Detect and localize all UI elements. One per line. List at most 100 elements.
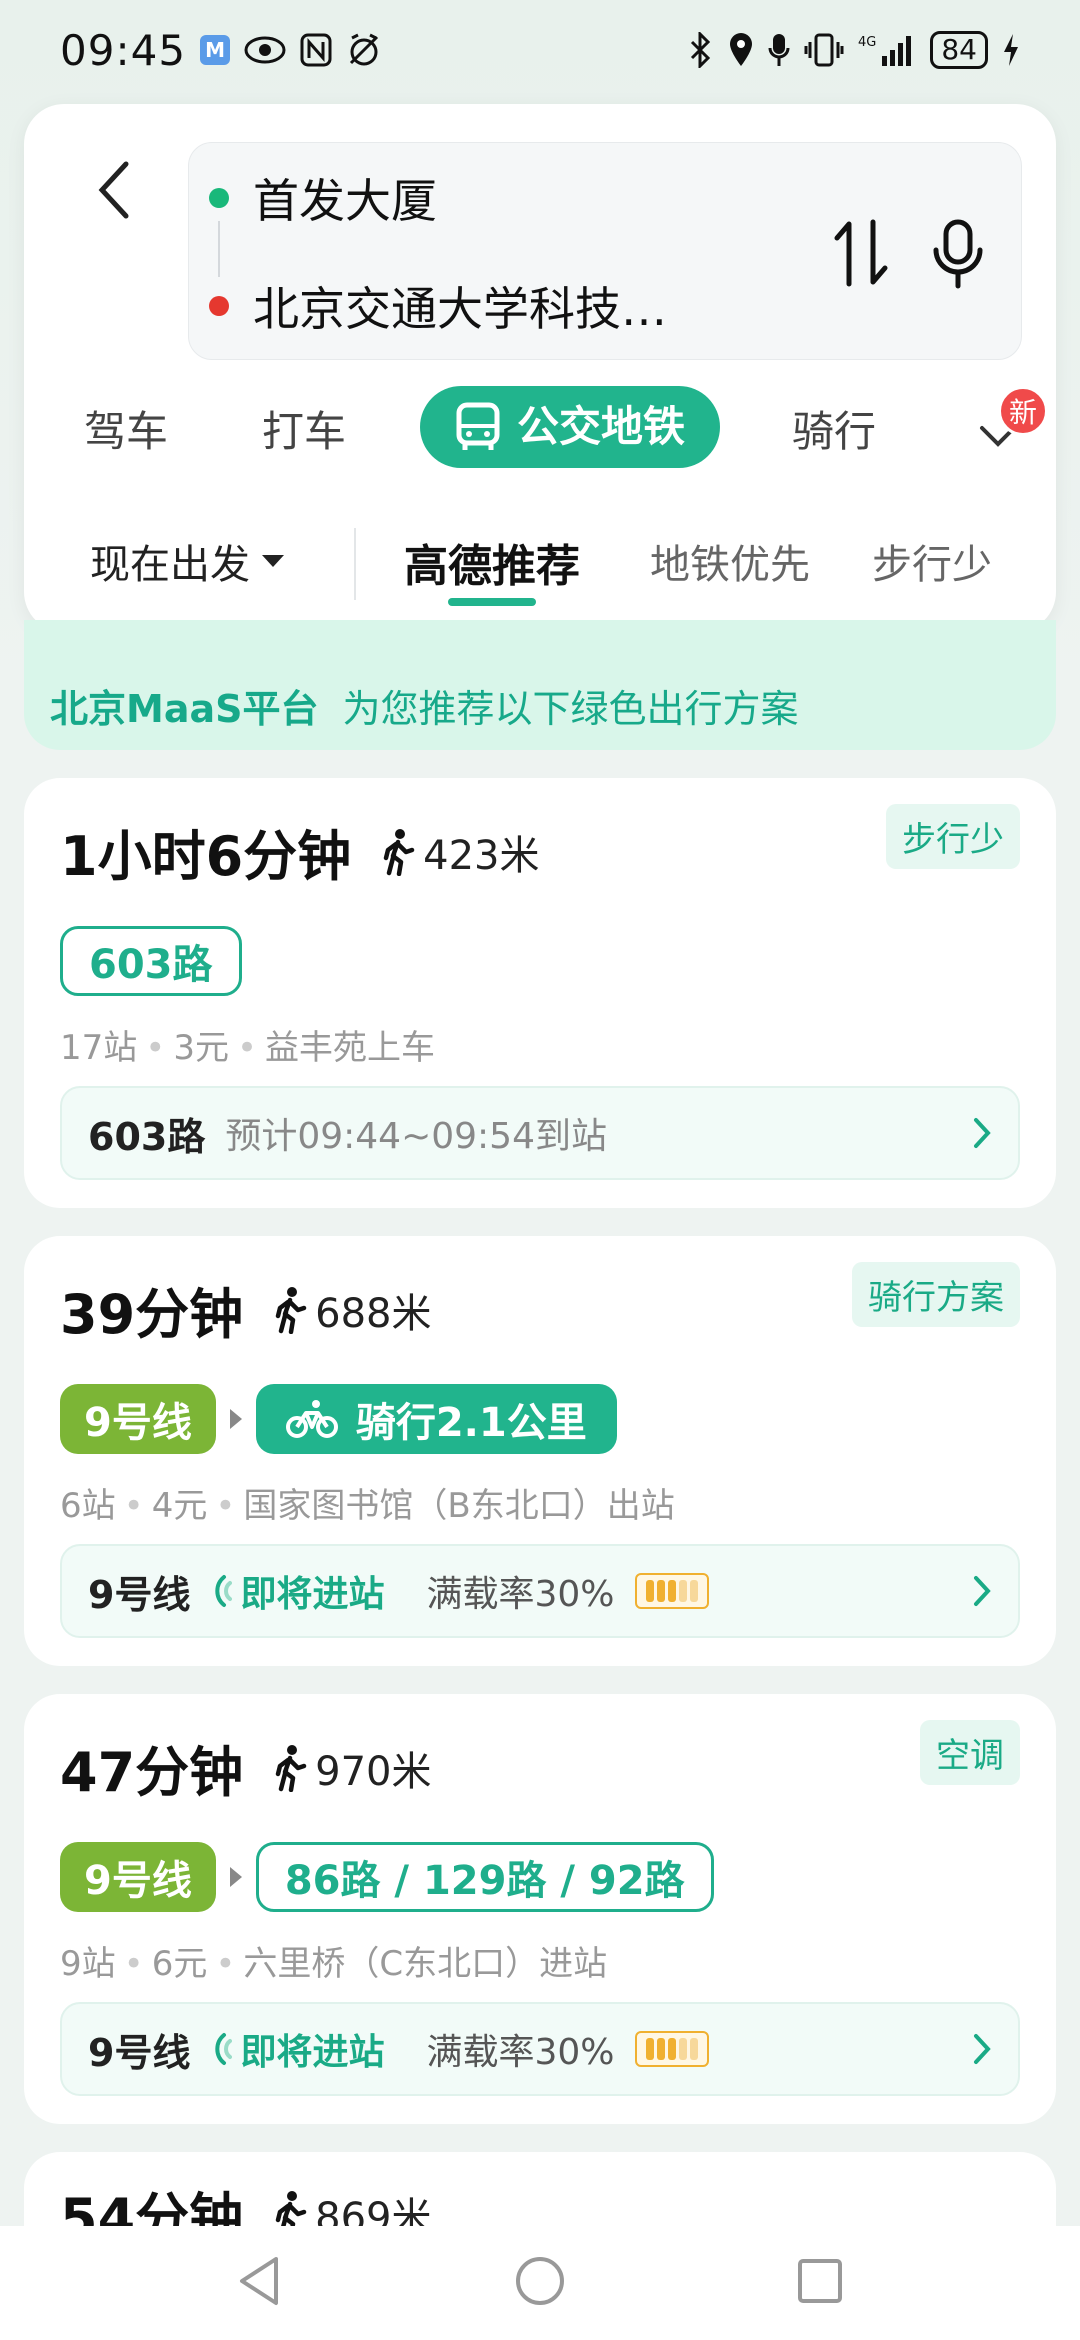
alarm-off-icon [346, 32, 382, 68]
bike-segment-pill: 骑行2.1公里 [255, 1384, 617, 1454]
route-tag: 空调 [920, 1720, 1020, 1785]
route-card-4[interactable]: 54分钟 869米 [24, 2152, 1056, 2226]
triangle-back-icon [240, 2257, 278, 2305]
walking-icon [275, 2190, 307, 2226]
arriving-text: 即将进站 [240, 1574, 385, 1615]
nav-home-button[interactable] [514, 2255, 566, 2311]
route-card-3[interactable]: 47分钟 970米 空调 9号线 86路 / 129路 / 92路 9站 • 6元 •… [24, 1694, 1056, 2124]
origin-field[interactable]: 首发大厦 [209, 165, 437, 231]
fare: 6元 [151, 1944, 208, 1984]
divider [354, 528, 356, 600]
status-time: 09:45 [60, 25, 187, 75]
arriving-text: 即将进站 [240, 2032, 385, 2073]
subway-line-pill: 9号线 [60, 1842, 216, 1912]
maas-banner[interactable]: 北京MaaS平台 为您推荐以下绿色出行方案 [24, 620, 1056, 750]
stop-count: 17站 [60, 1028, 138, 1068]
route-meta: 17站 • 3元 • 益丰苑上车 [60, 1028, 436, 1068]
subway-line-pill: 9号线 [60, 1384, 216, 1454]
charging-icon [1002, 33, 1020, 67]
tab-transit-label: 公交地铁 [516, 402, 685, 451]
load-rate: 满载率30% [426, 1574, 615, 1615]
depart-time-selector[interactable]: 现在出发 [90, 532, 284, 590]
destination-text: 北京交通大学科技… [253, 282, 667, 336]
fare: 4元 [151, 1486, 208, 1526]
eye-icon [244, 35, 286, 65]
square-recents-icon [798, 2259, 842, 2303]
bike-distance: 骑行2.1公里 [355, 1400, 587, 1446]
tab-transit[interactable]: 公交地铁 [420, 386, 720, 468]
walk-distance: 688米 [273, 1281, 432, 1339]
live-arrival-bar[interactable]: 9号线 即将进站 满载率30% [60, 1544, 1020, 1638]
circle-home-icon [516, 2257, 564, 2305]
origin-destination-box: 首发大厦 北京交通大学科技… [188, 142, 1022, 360]
svg-text:4G: 4G [858, 35, 876, 50]
segment-arrow-icon [229, 1867, 242, 1887]
pref-recommended[interactable]: 高德推荐 [404, 530, 580, 594]
bluetooth-icon [688, 32, 714, 68]
status-bar: 09:45 M 4G 84 [0, 0, 1080, 100]
live-arrival-bar[interactable]: 603路 预计09:44~09:54到站 [60, 1086, 1020, 1180]
stop-count: 6站 [60, 1486, 116, 1526]
destination-field[interactable]: 北京交通大学科技… [209, 273, 667, 339]
live-arrival-bar[interactable]: 9号线 即将进站 满载率30% [60, 2002, 1020, 2096]
bus-line-pill: 603路 [60, 926, 242, 996]
exit-station: 国家图书馆（B东北口）出站 [243, 1486, 675, 1526]
walk-distance: 423米 [381, 823, 540, 881]
origin-text: 首发大厦 [253, 174, 437, 228]
crowd-level-icon [634, 2031, 709, 2067]
signal-wave-icon [215, 1575, 233, 1607]
depart-time-label: 现在出发 [90, 542, 250, 588]
tab-taxi[interactable]: 打车 [262, 396, 346, 468]
caret-down-icon [262, 555, 284, 567]
active-pref-indicator [448, 598, 536, 606]
pref-subway-first[interactable]: 地铁优先 [650, 532, 810, 590]
route-tag: 骑行方案 [852, 1262, 1020, 1327]
entry-station: 六里桥（C东北口）进站 [243, 1944, 608, 1984]
route-card-2[interactable]: 39分钟 688米 骑行方案 9号线 骑行2.1公里 6站 • 4元 • 国家图书馆（B… [24, 1236, 1056, 1666]
back-button[interactable] [74, 150, 154, 230]
microphone-icon [933, 219, 983, 289]
swap-route-button[interactable] [825, 213, 897, 293]
route-segments: 603路 [60, 926, 242, 996]
segment-arrow-icon [229, 1409, 242, 1429]
vibrate-icon [804, 32, 844, 68]
signal-4g-icon: 4G [858, 32, 916, 68]
route-duration: 54分钟 [60, 2187, 244, 2226]
tab-drive[interactable]: 驾车 [84, 396, 168, 468]
route-segments: 9号线 骑行2.1公里 [60, 1384, 617, 1454]
tab-cycling[interactable]: 骑行 [792, 396, 876, 468]
chevron-right-icon [974, 1576, 991, 1606]
pref-less-walking[interactable]: 步行少 [872, 532, 992, 590]
travel-mode-tabs: 驾车 打车 公交地铁 骑行 [24, 386, 1056, 476]
route-card-1[interactable]: 1小时6分钟 423米 步行少 603路 17站 • 3元 • 益丰苑上车 603路 预… [24, 778, 1056, 1208]
battery-indicator: 84 [930, 31, 988, 69]
route-segments: 9号线 86路 / 129路 / 92路 [60, 1842, 714, 1912]
nav-back-button[interactable] [236, 2255, 284, 2311]
crowd-level-icon [634, 1573, 709, 1609]
voice-input-button[interactable] [923, 209, 993, 299]
route-meta: 9站 • 6元 • 六里桥（C东北口）进站 [60, 1944, 608, 1984]
live-line-name: 603路 [88, 1114, 206, 1159]
signal-wave-icon [215, 2033, 233, 2065]
destination-dot [209, 296, 229, 316]
route-connector [218, 221, 220, 277]
route-preferences: 现在出发 高德推荐 地铁优先 步行少 [24, 510, 1056, 610]
route-duration: 1小时6分钟 [60, 825, 352, 888]
walk-distance: 869米 [273, 2185, 432, 2226]
system-navigation-bar [0, 2226, 1080, 2340]
swap-arrows-icon [834, 219, 888, 287]
route-duration: 47分钟 [60, 1741, 244, 1804]
arriving-status: 即将进站 [210, 2023, 384, 2075]
route-duration: 39分钟 [60, 1283, 244, 1346]
origin-dot [209, 188, 229, 208]
walking-icon [383, 828, 415, 876]
bus-lines-pill: 86路 / 129路 / 92路 [255, 1842, 714, 1912]
live-eta: 预计09:44~09:54到站 [225, 1116, 607, 1157]
stop-count: 9站 [60, 1944, 116, 1984]
back-arrow-icon [98, 161, 129, 219]
location-icon [728, 32, 754, 68]
arriving-status: 即将进站 [210, 1565, 384, 1617]
chevron-right-icon [974, 2034, 991, 2064]
nav-recents-button[interactable] [796, 2257, 844, 2309]
live-line-name: 9号线 [88, 2030, 191, 2075]
